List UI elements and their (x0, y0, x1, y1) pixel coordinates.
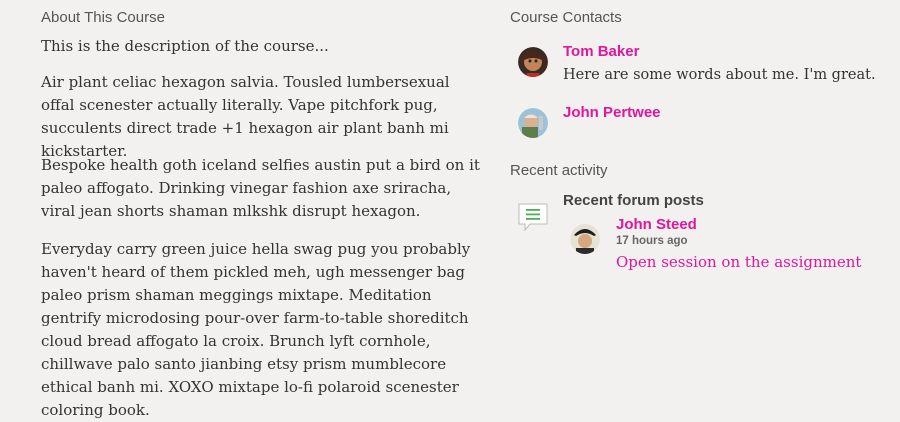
about-heading: About This Course (41, 9, 165, 26)
activity-heading: Recent activity (510, 162, 608, 179)
contact-about: Here are some words about me. I'm great. (563, 67, 876, 83)
description-paragraph-2: Bespoke health goth iceland selfies aust… (41, 156, 480, 220)
avatar[interactable] (570, 224, 600, 254)
contact-name-link[interactable]: John Pertwee (563, 104, 661, 121)
post-title-link[interactable]: Open session on the assignment (616, 251, 861, 274)
description-paragraph-1: Air plant celiac hexagon salvia. Tousled… (41, 73, 450, 160)
avatar[interactable] (518, 47, 548, 77)
recent-forum-posts-title: Recent forum posts (563, 192, 704, 209)
description-paragraph-3: Everyday carry green juice hella swag pu… (41, 240, 471, 419)
post-author-link[interactable]: John Steed (616, 216, 697, 233)
contacts-heading: Course Contacts (510, 9, 622, 26)
avatar[interactable] (518, 108, 548, 138)
post-time: 17 hours ago (616, 235, 688, 247)
course-description-intro: This is the description of the course... (41, 37, 329, 55)
forum-icon (517, 202, 549, 237)
contact-name-link[interactable]: Tom Baker (563, 43, 639, 60)
